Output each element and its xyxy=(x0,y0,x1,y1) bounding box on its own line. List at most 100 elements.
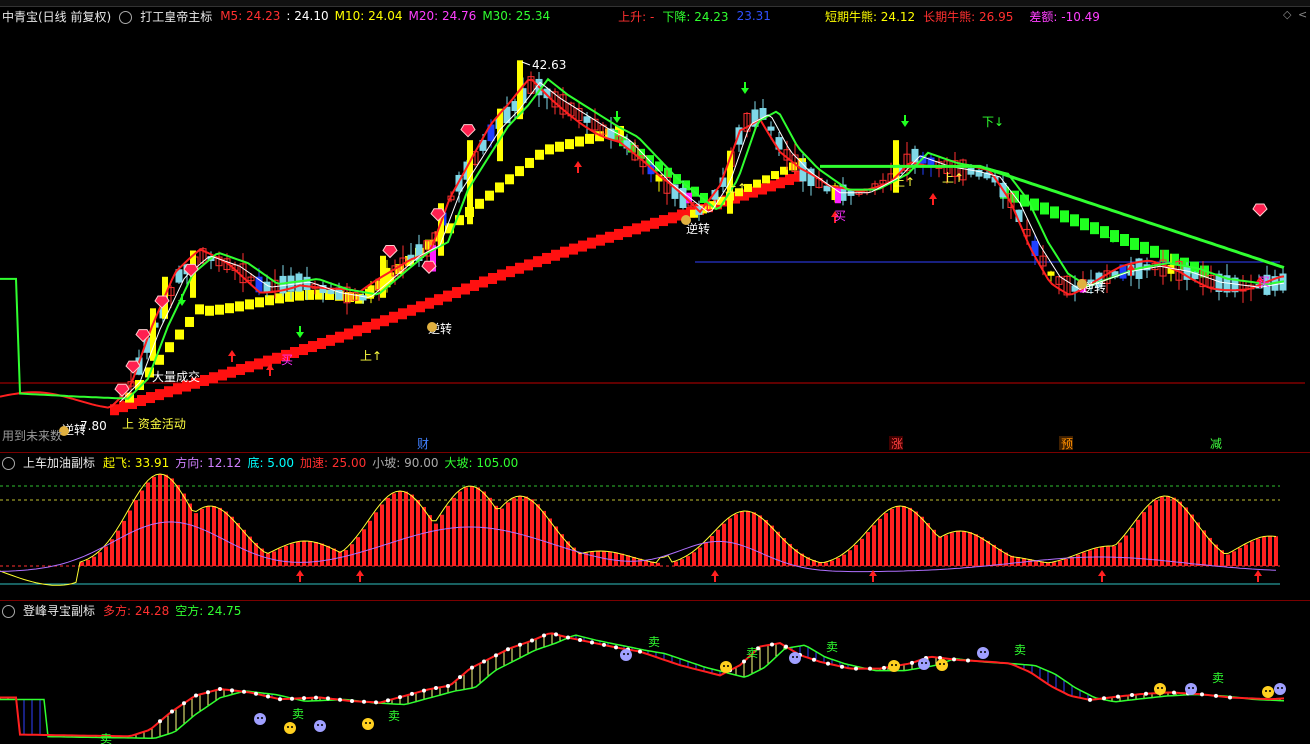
sub1-chart[interactable] xyxy=(0,472,1310,600)
accel-bar xyxy=(368,520,372,566)
accel-bar xyxy=(590,551,594,566)
long-term-band-step xyxy=(659,215,668,227)
money-bag-icon xyxy=(1077,279,1087,289)
sub1-title[interactable]: 上车加油副标 xyxy=(23,454,95,471)
bear-band-step xyxy=(1150,245,1159,258)
gear-icon[interactable] xyxy=(2,456,15,470)
candle-body xyxy=(327,289,335,294)
indicator-name[interactable]: 打工皇帝主标 xyxy=(140,8,212,25)
dot-marker xyxy=(506,647,510,652)
accel-bar xyxy=(890,508,894,566)
accel-bar xyxy=(1202,530,1206,566)
long-term-band-step xyxy=(416,301,425,313)
long-term-band-step xyxy=(164,386,173,398)
down-signal-label: 下↓ xyxy=(982,115,1004,129)
accel-bar xyxy=(1262,536,1266,566)
sub2-chart[interactable]: 卖卖卖卖卖卖卖卖 xyxy=(0,620,1310,744)
gear-icon[interactable] xyxy=(119,10,133,24)
sell-label: 卖 xyxy=(388,709,400,723)
dot-marker xyxy=(1214,693,1218,698)
accel-bar xyxy=(284,545,288,566)
accel-bar xyxy=(734,514,738,566)
smiley-eye xyxy=(261,717,263,719)
accel-bar xyxy=(968,532,972,566)
smiley-eye xyxy=(891,664,893,666)
short-term-band-step xyxy=(565,139,574,150)
up-arrow-icon xyxy=(356,570,364,582)
accel-bar xyxy=(356,537,360,566)
up-value: 上升: - xyxy=(618,9,655,24)
long-term-band-step xyxy=(218,369,227,381)
bear-band-step xyxy=(1120,234,1129,247)
accel-bar xyxy=(1184,507,1188,566)
smiley-eye xyxy=(1277,687,1279,689)
up-signal-label: 上↑ xyxy=(725,181,747,195)
accel-bar xyxy=(242,529,246,566)
smiley-eye xyxy=(984,651,986,653)
accel-bar xyxy=(680,559,684,566)
smiley-eye xyxy=(939,663,941,665)
chevron-icon[interactable]: < xyxy=(1298,8,1307,21)
dot-marker xyxy=(542,633,546,638)
down-arrow-icon xyxy=(741,82,749,94)
accel-bar xyxy=(854,544,858,566)
short-term-band-step xyxy=(555,141,564,152)
accel-bar xyxy=(1100,546,1104,566)
sub2-title[interactable]: 登峰寻宝副标 xyxy=(23,602,95,619)
accel-bar xyxy=(86,559,90,566)
short-term-band-step xyxy=(545,144,554,155)
smiley-icon xyxy=(918,658,930,670)
main-price-chart[interactable]: 42.637.80大量成交上 资金活动逆转逆转逆转逆转买买买上↑上↑ 上↑ 上↑下↓… xyxy=(0,26,1310,452)
dot-marker xyxy=(194,693,198,698)
long-term-band-step xyxy=(137,395,146,407)
smiley-eye xyxy=(1281,687,1283,689)
accel-bar xyxy=(338,551,342,566)
short-term-band-step xyxy=(235,301,244,312)
short-term-band-step xyxy=(225,303,234,314)
buy-label: 买 xyxy=(1258,275,1270,289)
accel-bar xyxy=(80,562,84,566)
sub1-values: 起飞: 33.91 方向: 12.12 底: 5.00 加速: 25.00 小坡: 90… xyxy=(103,454,518,471)
smiley-icon xyxy=(284,722,296,734)
smiley-eye xyxy=(980,651,982,653)
event-marker[interactable]: 预 xyxy=(1061,437,1073,451)
sub1-value-5: 大坡: 105.00 xyxy=(444,455,519,470)
long-term-band-step xyxy=(227,366,236,378)
dot-marker xyxy=(302,696,306,701)
smiley-eye xyxy=(925,662,927,664)
accel-bar xyxy=(1250,541,1254,566)
event-marker[interactable]: 涨 xyxy=(891,436,903,451)
sub1-value-1: 方向: 12.12 xyxy=(175,455,242,470)
accel-bar xyxy=(194,513,198,566)
accel-bar xyxy=(1154,500,1158,566)
gear-icon[interactable] xyxy=(2,604,15,618)
event-marker[interactable]: 财 xyxy=(417,437,429,451)
accel-bar xyxy=(212,506,216,566)
long-term-band-step xyxy=(299,344,308,356)
diamond-icon[interactable]: ◇ xyxy=(1283,8,1291,21)
stock-title[interactable]: 中青宝(日线 前复权) xyxy=(2,8,111,25)
accel-bar xyxy=(698,547,702,566)
accel-bar xyxy=(428,515,432,566)
accel-bar xyxy=(122,520,126,566)
accel-bar xyxy=(1274,536,1278,566)
candle-body xyxy=(807,168,815,187)
long-term-value: 长期牛熊: 26.95 xyxy=(923,9,1014,24)
event-marker[interactable]: 减 xyxy=(1210,437,1222,451)
accel-bar xyxy=(440,514,444,566)
sell-label: 卖 xyxy=(292,707,304,721)
accel-bar xyxy=(1268,536,1272,566)
long-term-band-step xyxy=(308,341,317,353)
long-term-band-step xyxy=(362,321,371,333)
dot-marker xyxy=(170,709,174,714)
capital-activity-label: 上 资金活动 xyxy=(122,416,186,431)
long-term-band-step xyxy=(623,226,632,238)
high-pointer xyxy=(521,61,531,66)
accel-bar xyxy=(656,562,660,566)
long-term-band-step xyxy=(596,234,605,246)
gem-icon xyxy=(382,245,398,259)
long-term-band-step xyxy=(443,290,452,302)
dot-marker xyxy=(638,649,642,654)
ma-value-1: : 24.10 xyxy=(286,9,329,23)
accel-bar xyxy=(614,552,618,566)
